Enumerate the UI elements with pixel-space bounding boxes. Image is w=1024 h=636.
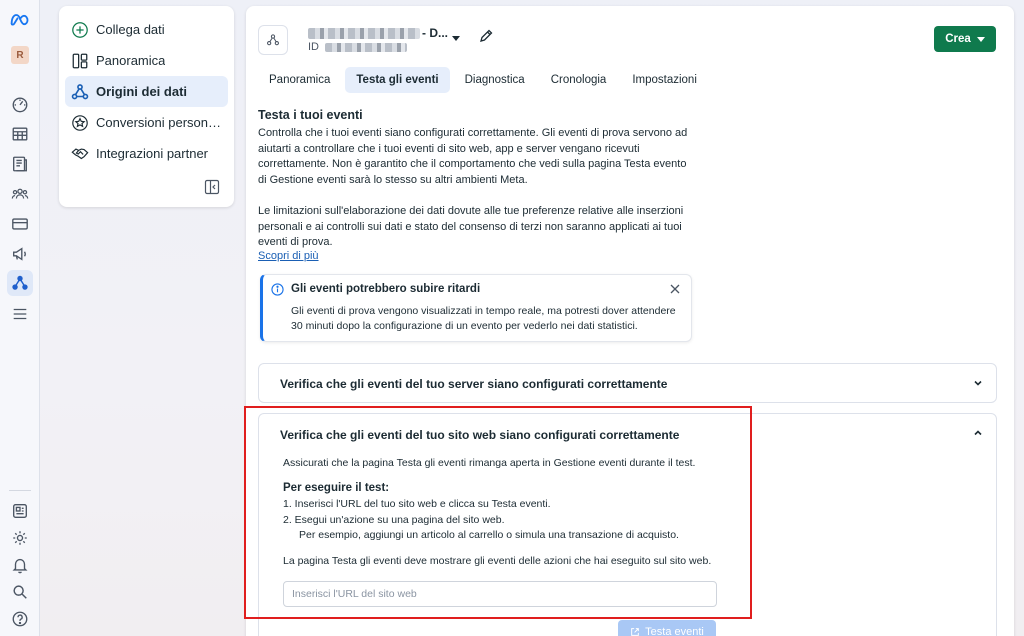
- redacted-id: [325, 42, 407, 52]
- avatar[interactable]: R: [11, 46, 29, 64]
- layout-icon: [70, 51, 90, 71]
- subnav-item-data-sources[interactable]: Origini dei dati: [65, 76, 228, 107]
- ads-icon[interactable]: [8, 242, 32, 266]
- web-intro-text: Assicurati che la pagina Testa gli event…: [283, 457, 696, 469]
- handshake-icon: [70, 144, 90, 164]
- website-url-input[interactable]: [283, 581, 717, 607]
- bell-icon[interactable]: [8, 553, 32, 577]
- settings-icon[interactable]: [8, 526, 32, 550]
- subnav-item-connect-data[interactable]: Collega dati: [65, 14, 228, 45]
- chevron-down-icon[interactable]: [972, 377, 984, 389]
- limitations-paragraph: Le limitazioni sull'elaborazione dei dat…: [258, 205, 684, 248]
- chevron-up-icon[interactable]: [972, 427, 984, 439]
- notice-title: Gli eventi potrebbero subire ritardi: [291, 283, 481, 295]
- server-events-accordion[interactable]: Verifica che gli eventi del tuo server s…: [258, 363, 997, 403]
- delay-notice: Gli eventi potrebbero subire ritardi Gli…: [260, 274, 692, 342]
- tab-history[interactable]: Cronologia: [540, 67, 618, 93]
- dataset-name-suffix: - D...: [422, 26, 448, 40]
- subnav-item-label: Collega dati: [96, 22, 165, 37]
- subnav-item-label: Conversioni person…: [96, 115, 222, 130]
- caret-down-icon: [976, 36, 985, 42]
- create-button[interactable]: Crea: [934, 26, 996, 52]
- step-2-note: Per esempio, aggiungi un articolo al car…: [299, 529, 679, 541]
- learn-more-link[interactable]: Scopri di più: [258, 250, 319, 262]
- tab-overview[interactable]: Panoramica: [258, 67, 341, 93]
- create-button-label: Crea: [945, 33, 971, 45]
- table-icon[interactable]: [8, 122, 32, 146]
- main-panel: - D... ID Crea Panoramica Testa gli even…: [246, 6, 1014, 636]
- pencil-icon: [480, 29, 493, 42]
- menu-icon[interactable]: [8, 302, 32, 326]
- info-icon: [271, 283, 284, 296]
- collapse-panel-icon[interactable]: [204, 179, 220, 195]
- tab-settings[interactable]: Impostazioni: [621, 67, 708, 93]
- dashboard-icon[interactable]: [8, 92, 32, 116]
- dataset-icon: [258, 25, 288, 55]
- tab-bar: Panoramica Testa gli eventi Diagnostica …: [258, 67, 708, 93]
- tab-diagnostics[interactable]: Diagnostica: [454, 67, 536, 93]
- test-events-button[interactable]: Testa eventi: [618, 620, 716, 636]
- dataset-switcher-button[interactable]: [450, 32, 462, 44]
- web-outro-text: La pagina Testa gli eventi deve mostrare…: [283, 555, 712, 567]
- steps-title: Per eseguire il test:: [283, 482, 390, 494]
- subnav-item-custom-conversions[interactable]: Conversioni person…: [65, 107, 228, 138]
- help-icon[interactable]: [8, 607, 32, 631]
- star-badge-icon: [70, 113, 90, 133]
- test-events-button-label: Testa eventi: [645, 626, 704, 636]
- external-link-icon: [631, 628, 639, 636]
- data-sources-icon: [70, 82, 90, 102]
- server-accordion-title: Verifica che gli eventi del tuo server s…: [280, 377, 668, 391]
- web-events-accordion: Verifica che gli eventi del tuo sito web…: [258, 413, 997, 636]
- web-accordion-title[interactable]: Verifica che gli eventi del tuo sito web…: [280, 428, 679, 442]
- notice-body: Gli eventi di prova vengono visualizzati…: [291, 305, 676, 332]
- subnav-item-label: Integrazioni partner: [96, 146, 209, 161]
- pages-icon[interactable]: [8, 152, 32, 176]
- audience-icon[interactable]: [8, 182, 32, 206]
- meta-logo-icon[interactable]: [8, 8, 32, 32]
- step-1: 1. Inserisci l'URL del tuo sito web e cl…: [283, 498, 551, 510]
- section-title: Testa i tuoi eventi: [258, 108, 363, 122]
- billing-icon[interactable]: [8, 212, 32, 236]
- intro-paragraph: Controlla che i tuoi eventi siano config…: [258, 127, 688, 186]
- subnav-item-label: Panoramica: [96, 53, 166, 68]
- close-icon[interactable]: [669, 283, 681, 295]
- secondary-nav: Collega dati Panoramica Origini dei dati…: [59, 6, 234, 207]
- dataset-name: - D...: [308, 26, 448, 40]
- redacted-name: [308, 27, 420, 39]
- rail-divider: [9, 490, 31, 491]
- caret-down-icon: [452, 36, 460, 41]
- dataset-id: ID: [308, 41, 407, 53]
- search-icon[interactable]: [8, 580, 32, 604]
- icon-rail: R: [0, 0, 40, 636]
- dataset-id-label: ID: [308, 41, 319, 53]
- subnav-item-overview[interactable]: Panoramica: [65, 45, 228, 76]
- plus-circle-icon: [70, 20, 90, 40]
- events-manager-icon[interactable]: [7, 270, 33, 296]
- step-2: 2. Esegui un'azione su una pagina del si…: [283, 514, 505, 526]
- edit-name-button[interactable]: [478, 28, 494, 44]
- subnav-item-partner-integrations[interactable]: Integrazioni partner: [65, 138, 228, 169]
- tab-test-events[interactable]: Testa gli eventi: [345, 67, 450, 93]
- subnav-item-label: Origini dei dati: [96, 84, 188, 99]
- news-icon[interactable]: [8, 499, 32, 523]
